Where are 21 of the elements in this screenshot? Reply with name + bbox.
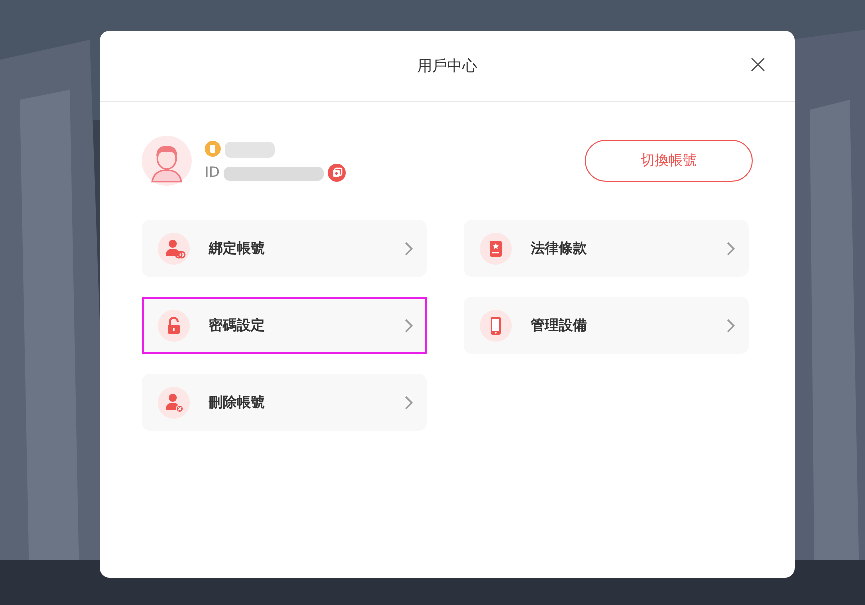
coin-icon: [205, 141, 221, 157]
chevron-right-icon: [727, 318, 735, 332]
user-link-icon: [158, 232, 190, 264]
close-button[interactable]: ×: [745, 53, 771, 77]
id-label: ID: [205, 165, 220, 181]
menu-item[interactable]: 管理設備: [464, 297, 749, 354]
user-remove-icon: [158, 386, 190, 418]
dialog-title: 用戶中心: [418, 56, 478, 76]
unlocked-padlock-icon: [158, 310, 190, 342]
menu-item[interactable]: 密碼設定: [142, 297, 427, 354]
menu-item[interactable]: 綁定帳號: [142, 220, 427, 277]
phone-icon: [480, 310, 512, 342]
menu-item[interactable]: 刪除帳號: [142, 374, 427, 431]
avatar-icon: [142, 136, 192, 186]
chevron-right-icon: [405, 242, 413, 256]
menu-item[interactable]: 法律條款: [464, 220, 749, 277]
chevron-right-icon: [405, 318, 413, 332]
chevron-right-icon: [405, 396, 413, 410]
blurred-name: [225, 140, 275, 158]
copy-icon[interactable]: [328, 164, 346, 182]
chevron-right-icon: [727, 242, 735, 256]
